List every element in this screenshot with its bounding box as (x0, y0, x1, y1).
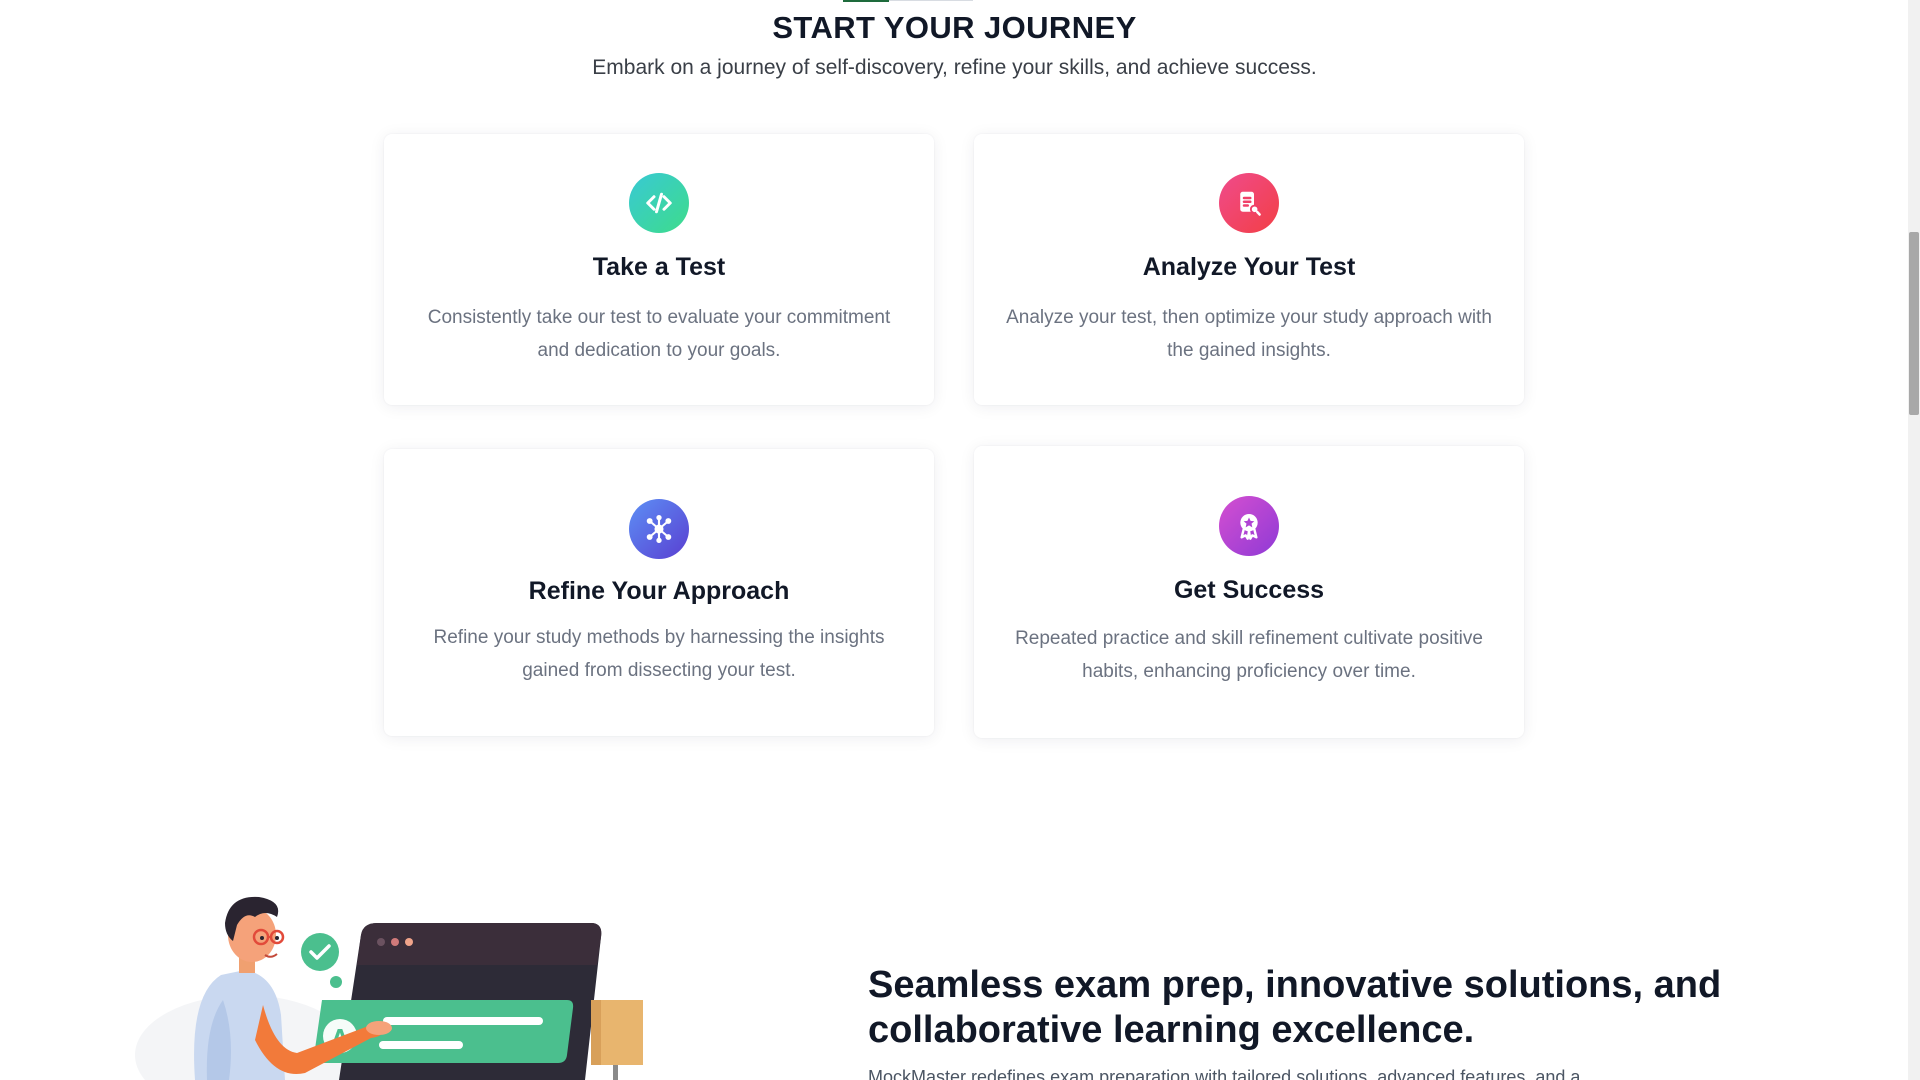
card-description: Repeated practice and skill refinement c… (1015, 628, 1483, 682)
code-icon (629, 173, 689, 233)
journey-subtitle: Embark on a journey of self-discovery, r… (592, 56, 1317, 79)
section-divider (889, 0, 973, 1)
journey-title: START YOUR JOURNEY (772, 10, 1137, 45)
section-accent-line (843, 0, 889, 2)
card-title: Refine Your Approach (528, 577, 790, 605)
scrollbar-track[interactable] (1908, 0, 1920, 1080)
scrollbar-thumb[interactable] (1909, 232, 1919, 415)
page: START YOUR JOURNEY Embark on a journey o… (0, 0, 1920, 1080)
card-description: Analyze your test, then optimize your st… (1006, 307, 1492, 361)
card-take-a-test: Take a Test Consistently take our test t… (384, 134, 934, 405)
card-description: Consistently take our test to evaluate y… (427, 307, 891, 361)
card-analyze-your-test: Analyze Your Test Analyze your test, the… (974, 134, 1524, 405)
card-title: Get Success (1173, 576, 1325, 604)
learning-illustration: A (125, 875, 645, 1080)
document-search-icon (1219, 173, 1279, 233)
card-title: Analyze Your Test (1142, 253, 1356, 281)
card-refine-your-approach: Refine Your Approach Refine your study m… (384, 449, 934, 736)
card-get-success: Get Success Repeated practice and skill … (974, 446, 1524, 738)
card-description: Refine your study methods by harnessing … (433, 627, 885, 681)
card-title: Take a Test (592, 253, 726, 281)
network-icon (629, 499, 689, 559)
award-badge-icon (1219, 496, 1279, 556)
feature-heading: Seamless exam prep, innovative solutions… (868, 964, 1722, 1051)
feature-text: MockMaster redefines exam preparation wi… (868, 1067, 1581, 1080)
